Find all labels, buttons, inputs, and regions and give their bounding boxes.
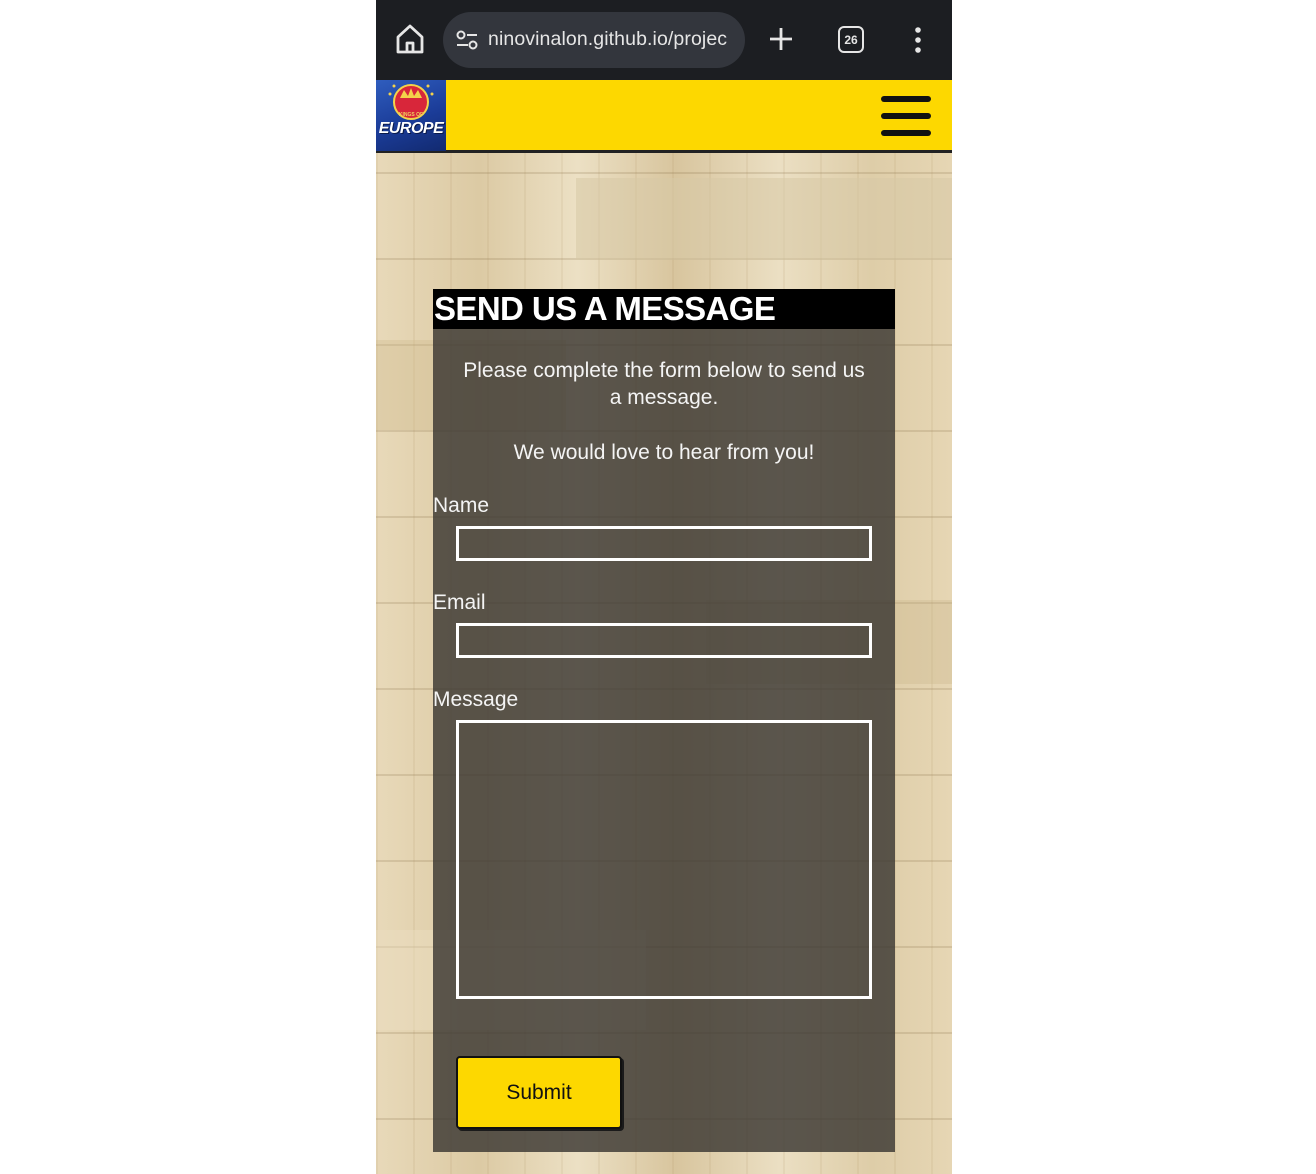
submit-button[interactable]: Submit (456, 1056, 622, 1129)
contact-form: SEND US A MESSAGE Please complete the fo… (433, 289, 895, 1152)
tab-count: 26 (844, 32, 858, 47)
logo-subtext: KINGS OF (398, 112, 424, 118)
form-title: SEND US A MESSAGE (433, 289, 895, 329)
message-textarea[interactable] (456, 720, 872, 999)
browser-toolbar: ninovinalon.github.io/projec 26 (376, 0, 952, 80)
name-input[interactable] (456, 526, 872, 561)
form-intro-text: Please complete the form below to send u… (463, 359, 865, 409)
vertical-dots-icon[interactable] (912, 26, 924, 54)
tab-switcher-icon[interactable]: 26 (838, 26, 864, 53)
plus-icon[interactable] (768, 26, 794, 52)
home-icon[interactable] (394, 22, 426, 56)
form-intro-text-secondary: We would love to hear from you! (513, 441, 815, 464)
hamburger-icon[interactable] (881, 94, 931, 138)
wood-plank-decoration (576, 178, 952, 260)
message-label: Message (433, 688, 519, 711)
site-header: KINGS OF EUROPE (376, 80, 952, 153)
name-label: Name (433, 494, 490, 517)
logo-text: EUROPE (378, 120, 444, 137)
email-label: Email (433, 591, 486, 614)
url-text[interactable]: ninovinalon.github.io/projec (488, 28, 738, 51)
site-settings-icon[interactable] (456, 30, 478, 50)
site-logo[interactable]: KINGS OF EUROPE (376, 80, 446, 151)
address-bar[interactable]: ninovinalon.github.io/projec (443, 12, 745, 68)
mobile-viewport: ninovinalon.github.io/projec 26 KINGS OF… (376, 0, 952, 1174)
email-input[interactable] (456, 623, 872, 658)
